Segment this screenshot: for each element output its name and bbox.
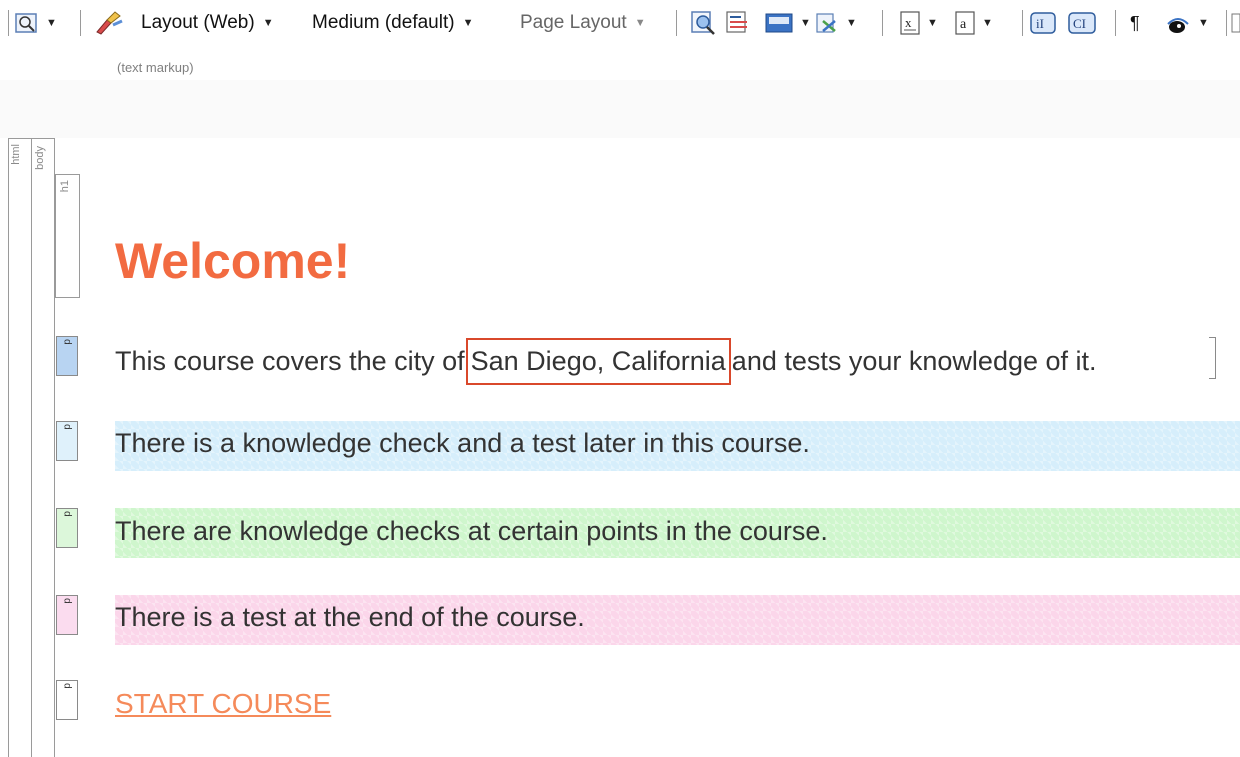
paragraph-test-at-end[interactable]: There is a test at the end of the course… [115,602,585,633]
svg-text:a: a [960,17,967,32]
image-icon [765,13,793,33]
p-structure-label: p [62,339,73,345]
medium-label: Medium (default) [312,12,455,33]
insert-image-dropdown[interactable]: ▼ [765,8,811,38]
preview-dropdown[interactable]: ▼ [15,8,57,38]
chevron-down-icon: ▼ [46,17,57,29]
p-structure-label: p [62,424,73,430]
snippet-icon: a [955,11,975,35]
highlighted-text-selection[interactable]: San Diego, California [465,338,731,385]
p-structure-marker[interactable]: p [56,508,78,548]
find-element-button[interactable] [690,8,718,38]
find-icon [691,11,715,35]
toolbar-separator [882,10,883,36]
eye-icon [1167,18,1189,33]
toolbar-separator [1022,10,1023,36]
p-structure-label: p [62,598,73,604]
svg-text:x: x [905,15,912,30]
chevron-down-icon: ▼ [262,17,274,29]
html-structure-label: html [10,144,22,165]
h1-structure-label: h1 [59,180,71,193]
chevron-down-icon: ▼ [846,17,857,29]
chevron-down-icon: ▼ [927,17,938,29]
chevron-down-icon: ▼ [1198,17,1209,29]
paragraph-knowledge-check-and-test[interactable]: There is a knowledge check and a test la… [115,428,810,459]
chevron-down-icon: ▼ [462,17,474,29]
insert-variable-dropdown[interactable]: x ▼ [900,8,938,38]
page-layout-label: Page Layout [520,12,627,33]
preview-icon [15,13,37,33]
intro-text-after: and tests your knowledge of it. [731,346,1097,376]
p-structure-marker[interactable]: p [56,680,78,720]
page-heading[interactable]: Welcome! [115,232,350,290]
chevron-down-icon: ▼ [800,17,811,29]
chevron-down-icon: ▼ [982,17,993,29]
html-structure-bar[interactable] [8,138,33,757]
link-icon [816,13,836,33]
styles-button[interactable] [93,8,125,38]
h1-structure-bar[interactable] [55,174,80,298]
p-structure-marker[interactable]: p [56,336,78,376]
page-layout-dropdown[interactable]: Page Layout ▼ [520,8,646,38]
svg-text:iI: iI [1036,16,1044,31]
markup-hint: (text markup) [117,60,194,75]
show-tags-button[interactable]: ¶ [1130,8,1140,38]
text-cursor-marker [1209,337,1216,379]
variable-icon: x [900,11,920,35]
overflow-icon [1231,13,1240,33]
show-markers-dropdown[interactable]: ▼ [1165,8,1209,38]
start-course-link[interactable]: START COURSE [115,688,331,720]
p-structure-marker[interactable]: p [56,421,78,461]
insert-hyperlink-dropdown[interactable]: ▼ [815,8,857,38]
toolbar: ▼ Layout (Web) ▼ Medium (default) ▼ Page… [0,0,1240,62]
p-structure-label: p [62,511,73,517]
insert-snippet-dropdown[interactable]: a ▼ [955,8,993,38]
insert-concept-button[interactable]: CI [1068,8,1096,38]
index-icon: iI [1030,12,1056,34]
toolbar-separator [8,10,9,36]
track-changes-icon [726,11,747,33]
layout-label: Layout (Web) [141,12,255,33]
p-structure-marker[interactable]: p [56,595,78,635]
paragraph-knowledge-checks[interactable]: There are knowledge checks at certain po… [115,516,828,547]
toolbar-separator [1226,10,1227,36]
layout-dropdown[interactable]: Layout (Web) ▼ [141,8,274,38]
body-structure-bar[interactable] [31,138,55,757]
insert-index-button[interactable]: iI [1030,8,1056,38]
toolbar-separator [1115,10,1116,36]
toolbar-separator [676,10,677,36]
track-changes-button[interactable] [725,8,753,38]
toolbar-overflow[interactable] [1231,8,1240,38]
toolbar-separator [80,10,81,36]
editor-header-band [0,80,1240,138]
svg-text:CI: CI [1073,16,1086,31]
p-structure-label: p [62,683,73,689]
intro-paragraph[interactable]: This course covers the city of San Diego,… [115,338,1097,385]
body-structure-label: body [34,146,46,170]
pilcrow-icon: ¶ [1130,12,1140,33]
medium-dropdown[interactable]: Medium (default) ▼ [312,8,473,38]
paintbrush-icon [96,11,123,35]
intro-text-before: This course covers the city of [115,346,465,376]
highlighted-text: San Diego, California [470,346,726,376]
concept-icon: CI [1068,12,1096,34]
chevron-down-icon: ▼ [634,17,646,29]
